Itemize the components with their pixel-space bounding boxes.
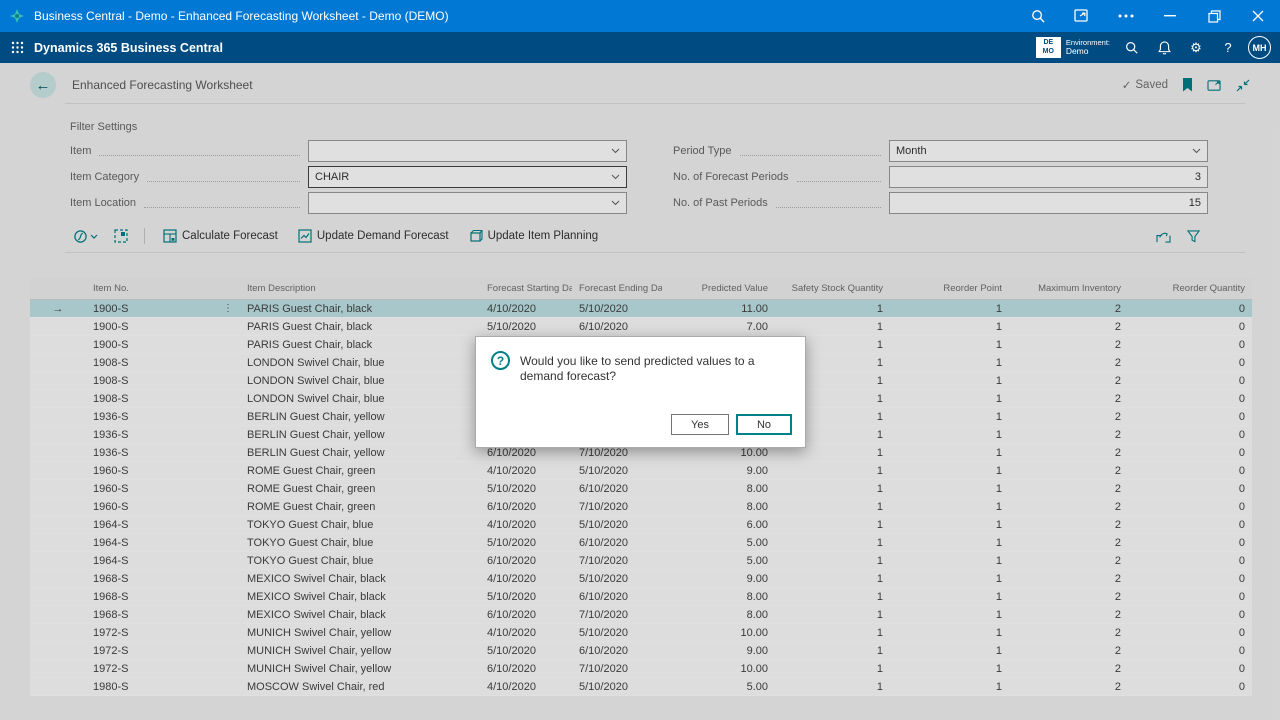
avatar[interactable]: MH: [1248, 36, 1271, 59]
minimize-icon[interactable]: [1148, 0, 1192, 32]
dynamics-navbar: Dynamics 365 Business Central DE MO Envi…: [0, 32, 1280, 63]
restore-icon[interactable]: [1192, 0, 1236, 32]
notifications-bell-icon[interactable]: [1148, 32, 1180, 63]
window-titlebar: Business Central - Demo - Enhanced Forec…: [0, 0, 1280, 32]
zoom-icon[interactable]: [1016, 0, 1060, 32]
dialog-message: Would you like to send predicted values …: [520, 354, 793, 384]
app-title[interactable]: Dynamics 365 Business Central: [34, 41, 223, 55]
confirm-dialog: ? Would you like to send predicted value…: [475, 336, 806, 448]
more-options-icon[interactable]: [1104, 0, 1148, 32]
no-button[interactable]: No: [736, 414, 792, 435]
business-central-app-icon: [0, 9, 34, 23]
yes-button[interactable]: Yes: [671, 414, 729, 435]
question-icon: ?: [491, 351, 510, 370]
waffle-menu-icon[interactable]: [0, 41, 34, 54]
environment-label: Environment: Demo: [1066, 39, 1110, 57]
environment-badge[interactable]: DE MO: [1036, 37, 1061, 58]
settings-gear-icon[interactable]: ⚙: [1180, 32, 1212, 63]
page-content: ← Enhanced Forecasting Worksheet ✓ Saved…: [0, 63, 1280, 720]
popout-window-icon[interactable]: [1060, 0, 1104, 32]
search-icon[interactable]: [1116, 32, 1148, 63]
help-icon[interactable]: ?: [1212, 32, 1244, 63]
window-title: Business Central - Demo - Enhanced Forec…: [34, 9, 449, 23]
close-icon[interactable]: [1236, 0, 1280, 32]
